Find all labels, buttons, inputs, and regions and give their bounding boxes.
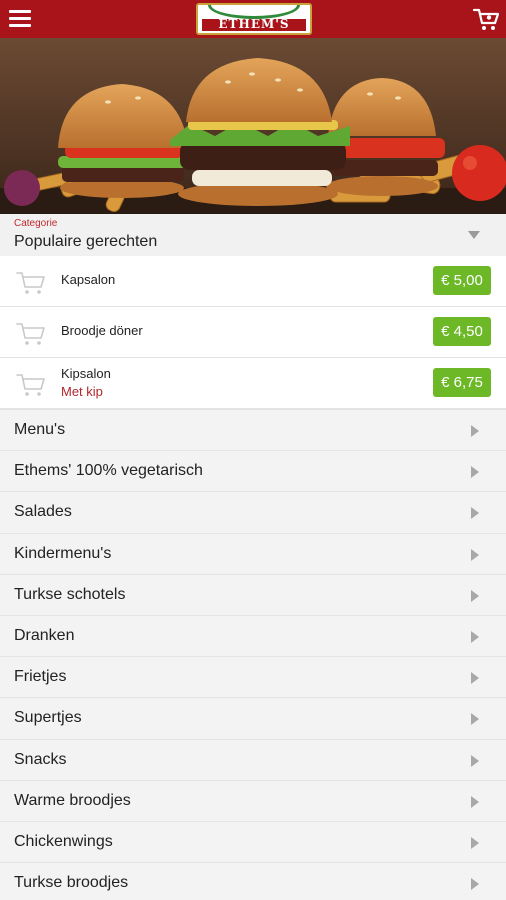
menu-item-label: Frietjes bbox=[14, 668, 67, 686]
price-badge[interactable]: € 5,00 bbox=[433, 266, 491, 295]
chevron-down-icon bbox=[468, 231, 480, 239]
product-name: Kapsalon bbox=[61, 272, 116, 287]
popular-products-list: Kapsalon € 5,00 Broodje döner € 4,50 Kip… bbox=[0, 256, 506, 409]
menu-item-label: Warme broodjes bbox=[14, 791, 131, 809]
add-to-cart-icon[interactable] bbox=[15, 370, 47, 398]
menu-item[interactable]: Kindermenu's bbox=[0, 532, 506, 574]
category-selector[interactable]: Categorie Populaire gerechten bbox=[0, 214, 506, 256]
chevron-right-icon bbox=[471, 836, 479, 849]
ethems-logo[interactable]: ETHEM'S bbox=[196, 3, 312, 35]
price-badge[interactable]: € 6,75 bbox=[433, 368, 491, 397]
product-row[interactable]: Broodje döner € 4,50 bbox=[0, 307, 506, 358]
menu-item[interactable]: Chickenwings bbox=[0, 820, 506, 863]
category-menu-list: Menu's Ethems' 100% vegetarisch Salades … bbox=[0, 409, 506, 900]
chevron-right-icon bbox=[471, 425, 479, 437]
logo-text: ETHEM'S bbox=[218, 17, 290, 31]
menu-item[interactable]: Supertjes bbox=[0, 697, 506, 739]
menu-item-label: Supertjes bbox=[14, 709, 82, 727]
price-badge[interactable]: € 4,50 bbox=[433, 317, 491, 346]
chevron-right-icon bbox=[471, 713, 479, 726]
hero-burger-image bbox=[0, 38, 506, 214]
add-to-cart-icon[interactable] bbox=[15, 319, 47, 347]
chevron-right-icon bbox=[471, 466, 479, 479]
product-row[interactable]: Kipsalon Met kip € 6,75 bbox=[0, 358, 506, 409]
menu-item-label: Chickenwings bbox=[14, 832, 113, 850]
menu-item-label: Menu's bbox=[14, 421, 66, 438]
menu-item[interactable]: Ethems' 100% vegetarisch bbox=[0, 450, 506, 492]
chevron-right-icon bbox=[471, 754, 479, 767]
menu-item[interactable]: Menu's bbox=[0, 409, 506, 451]
menu-item-label: Turkse broodjes bbox=[14, 874, 129, 892]
menu-item-label: Dranken bbox=[14, 626, 75, 644]
menu-item[interactable]: Warme broodjes bbox=[0, 779, 506, 821]
product-row[interactable]: Kapsalon € 5,00 bbox=[0, 256, 506, 307]
chevron-right-icon bbox=[471, 795, 479, 808]
menu-item-label: Ethems' 100% vegetarisch bbox=[14, 462, 203, 480]
menu-item[interactable]: Snacks bbox=[0, 738, 506, 780]
chevron-right-icon bbox=[471, 630, 479, 643]
menu-item[interactable]: Turkse schotels bbox=[0, 573, 506, 615]
chevron-right-icon bbox=[471, 507, 479, 520]
menu-item-label: Turkse schotels bbox=[14, 585, 126, 603]
menu-item-label: Salades bbox=[14, 503, 72, 521]
shopping-cart-icon[interactable] bbox=[472, 6, 500, 32]
product-name: Broodje döner bbox=[61, 323, 143, 338]
menu-item[interactable]: Salades bbox=[0, 491, 506, 533]
chevron-right-icon bbox=[471, 878, 479, 891]
chevron-right-icon bbox=[471, 548, 479, 561]
add-to-cart-icon[interactable] bbox=[15, 268, 47, 296]
menu-item-label: Snacks bbox=[14, 750, 67, 768]
menu-item-label: Kindermenu's bbox=[14, 544, 112, 562]
product-name: Kipsalon bbox=[61, 366, 111, 381]
chevron-right-icon bbox=[471, 589, 479, 602]
category-selected-value: Populaire gerechten bbox=[14, 233, 158, 250]
top-bar: ETHEM'S bbox=[0, 0, 506, 38]
menu-item[interactable]: Dranken bbox=[0, 614, 506, 657]
menu-item[interactable]: Turkse broodjes bbox=[0, 862, 506, 900]
category-caption: Categorie bbox=[14, 218, 58, 229]
chevron-right-icon bbox=[471, 672, 479, 685]
product-subtitle: Met kip bbox=[61, 384, 103, 399]
menu-item[interactable]: Frietjes bbox=[0, 656, 506, 698]
hamburger-icon[interactable] bbox=[9, 10, 31, 28]
